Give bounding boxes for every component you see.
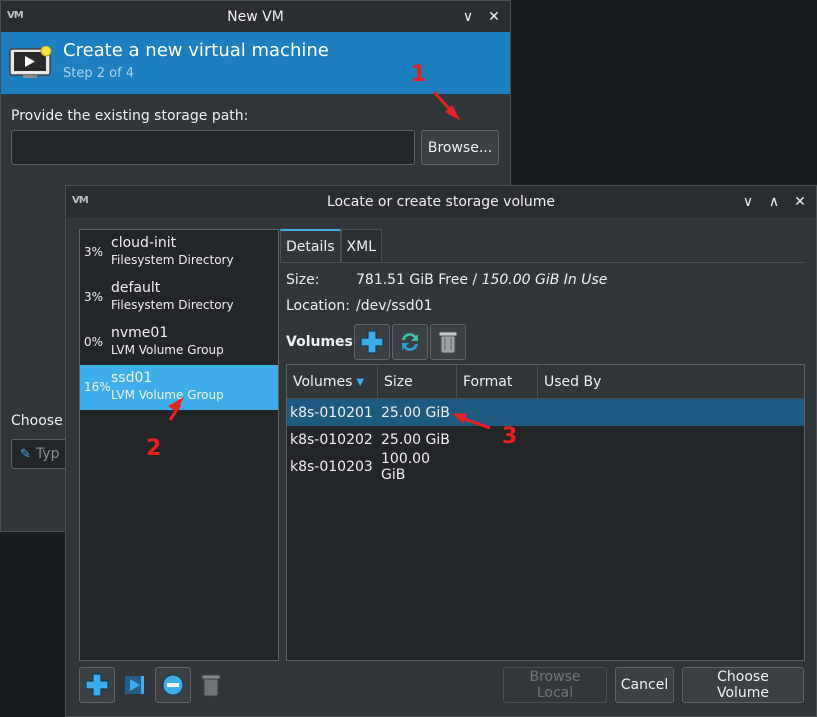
detail-tabs: Details XML	[280, 229, 383, 263]
delete-volume-button[interactable]	[430, 324, 466, 360]
column-header-size[interactable]: Size	[378, 365, 457, 399]
browse-local-button[interactable]: Browse Local	[503, 667, 607, 703]
tab-xml[interactable]: XML	[340, 229, 383, 263]
browse-button[interactable]: Browse...	[421, 130, 499, 165]
pool-usage: 0%	[84, 335, 104, 349]
storage-dialog-titlebar: VM Locate or create storage volume ∨ ∧ ✕	[66, 186, 816, 217]
maximize-button[interactable]: ∧	[764, 192, 784, 212]
volume-size: 25.00 GiB	[381, 431, 450, 448]
plus-icon	[85, 673, 109, 697]
column-header-label: Volumes	[293, 374, 353, 390]
pool-usage: 3%	[84, 290, 104, 304]
pool-action-buttons	[79, 667, 229, 703]
window-title: New VM	[227, 8, 284, 25]
location-row: Location: /dev/ssd01	[286, 298, 433, 314]
start-pool-button[interactable]	[117, 667, 153, 703]
tab-details[interactable]: Details	[280, 229, 341, 263]
stop-pool-button[interactable]	[155, 667, 191, 703]
volumes-table-header: Volumes ▼ Size Format Used By	[287, 365, 804, 399]
cancel-button[interactable]: Cancel	[615, 667, 674, 703]
refresh-icon	[402, 333, 418, 351]
table-row[interactable]: k8s-010202 25.00 GiB	[287, 426, 804, 453]
volumes-table[interactable]: Volumes ▼ Size Format Used By k8s-010201…	[286, 364, 805, 661]
pool-usage: 3%	[84, 245, 104, 259]
size-free: 781.51 GiB Free	[356, 272, 468, 288]
table-row[interactable]: k8s-010203 100.00 GiB	[287, 450, 804, 483]
dialog-action-buttons: Browse Local Cancel Choose Volume	[503, 667, 804, 703]
pool-name: default	[111, 280, 161, 296]
pool-type: Filesystem Directory	[111, 253, 234, 267]
pool-type: LVM Volume Group	[111, 388, 224, 402]
pool-item[interactable]: 3% cloud-init Filesystem Directory	[80, 230, 278, 275]
column-header-format[interactable]: Format	[457, 365, 538, 399]
refresh-volumes-button[interactable]	[392, 324, 428, 360]
pencil-icon: ✎	[20, 446, 31, 462]
volume-size: 25.00 GiB	[381, 404, 450, 421]
size-row: Size: 781.51 GiB Free / 150.00 GiB In Us…	[286, 272, 607, 288]
close-button[interactable]: ✕	[484, 7, 504, 27]
volumes-label: Volumes	[286, 334, 353, 350]
pool-type: Filesystem Directory	[111, 298, 234, 312]
trash-icon	[438, 331, 458, 354]
size-label: Size:	[286, 272, 320, 288]
pool-usage: 16%	[84, 380, 111, 394]
storage-path-input[interactable]	[11, 130, 415, 165]
storage-pool-list[interactable]: 3% cloud-init Filesystem Directory 3% de…	[79, 229, 279, 661]
annotation-2: 2	[146, 436, 162, 461]
trash-icon	[201, 674, 221, 697]
annotation-3: 3	[502, 424, 518, 449]
add-pool-button[interactable]	[79, 667, 115, 703]
pool-item[interactable]: 0% nvme01 LVM Volume Group	[80, 320, 278, 365]
storage-volume-dialog: VM Locate or create storage volume ∨ ∧ ✕…	[65, 185, 817, 717]
pool-name: nvme01	[111, 325, 169, 341]
minimize-button[interactable]: ∨	[738, 192, 758, 212]
os-search-placeholder: Typ	[35, 446, 60, 462]
add-volume-button[interactable]	[354, 324, 390, 360]
new-vm-monitor-icon	[9, 46, 52, 78]
new-vm-titlebar: VM New VM ∨ ✕	[1, 1, 510, 32]
column-header-volumes[interactable]: Volumes ▼	[287, 365, 378, 399]
size-separator: /	[467, 272, 482, 288]
header-step: Step 2 of 4	[63, 66, 135, 81]
tab-divider	[280, 262, 805, 263]
header-banner: Create a new virtual machine Step 2 of 4	[1, 32, 510, 94]
table-row-selected[interactable]: k8s-010201 25.00 GiB	[287, 399, 804, 426]
os-search-input[interactable]: ✎ Typ	[11, 439, 71, 469]
vm-logo-icon: VM	[72, 195, 89, 206]
delete-pool-button[interactable]	[193, 667, 229, 703]
size-in-use: 150.00 GiB In Use	[481, 272, 608, 288]
vm-logo-icon: VM	[7, 10, 24, 21]
pool-item[interactable]: 3% default Filesystem Directory	[80, 275, 278, 320]
header-title: Create a new virtual machine	[63, 40, 329, 61]
choose-volume-button[interactable]: Choose Volume	[682, 667, 804, 703]
storage-path-label: Provide the existing storage path:	[11, 108, 249, 124]
sort-indicator-icon: ▼	[356, 376, 365, 388]
pool-type: LVM Volume Group	[111, 343, 224, 357]
stop-icon	[162, 674, 184, 696]
volume-name: k8s-010201	[290, 404, 373, 421]
volume-name: k8s-010203	[290, 458, 373, 475]
plus-icon	[360, 330, 384, 354]
dialog-title: Locate or create storage volume	[326, 193, 556, 210]
pool-item-selected[interactable]: 16% ssd01 LVM Volume Group	[80, 365, 278, 410]
annotation-1: 1	[411, 62, 427, 87]
close-button[interactable]: ✕	[790, 192, 810, 212]
location-value: /dev/ssd01	[356, 298, 433, 314]
minimize-button[interactable]: ∨	[458, 7, 478, 27]
location-label: Location:	[286, 298, 350, 314]
pool-name: ssd01	[111, 370, 153, 386]
pool-name: cloud-init	[111, 235, 177, 251]
volume-size: 100.00 GiB	[381, 450, 430, 483]
choose-label: Choose	[11, 413, 63, 429]
column-header-used-by[interactable]: Used By	[538, 365, 804, 399]
play-icon	[125, 676, 144, 694]
volume-name: k8s-010202	[290, 431, 373, 448]
